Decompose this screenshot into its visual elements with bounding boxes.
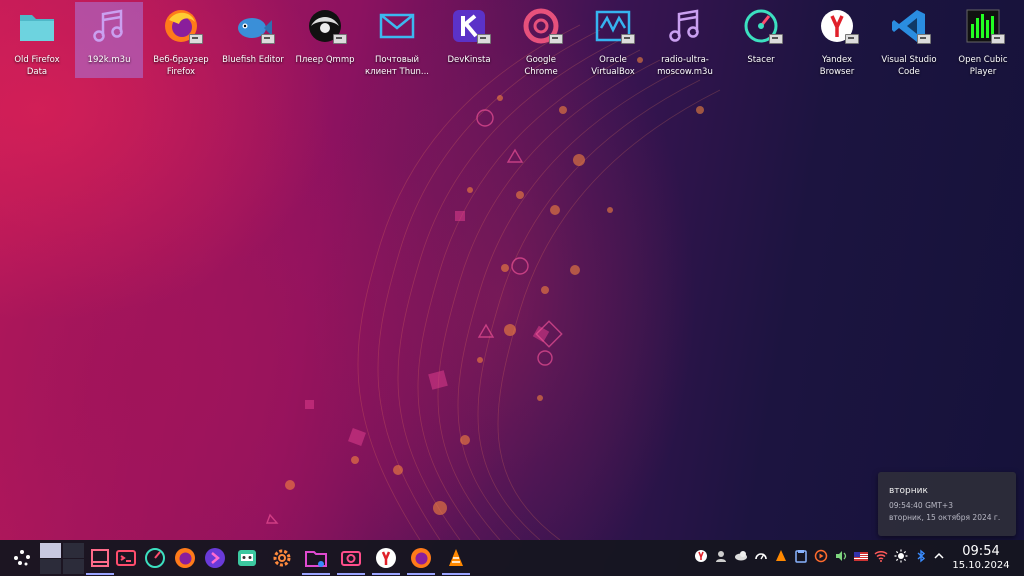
user-icon[interactable] bbox=[714, 549, 728, 563]
yandex-icon[interactable] bbox=[372, 546, 400, 575]
volume-icon[interactable] bbox=[834, 549, 848, 563]
folder-icon bbox=[17, 6, 57, 46]
game-icon[interactable] bbox=[235, 546, 259, 570]
desktop-1[interactable] bbox=[40, 543, 61, 558]
cubic-player-icon bbox=[963, 6, 1005, 46]
media-icon[interactable] bbox=[814, 549, 828, 563]
desktop-icon-virtualbox[interactable]: Oracle VirtualBox bbox=[579, 2, 647, 78]
desktop-4[interactable] bbox=[63, 559, 84, 574]
stacer-icon[interactable] bbox=[143, 546, 167, 570]
desktop-icon-devkinsta[interactable]: DevKinsta bbox=[435, 2, 503, 78]
desktop-icon-chrome[interactable]: Google Chrome bbox=[507, 2, 575, 78]
virtual-desktop-pager[interactable] bbox=[40, 542, 84, 574]
desktop-icon-open-cubic-player[interactable]: Open Cubic Player bbox=[949, 2, 1017, 78]
vlc-icon[interactable] bbox=[774, 549, 788, 563]
speedometer-icon[interactable] bbox=[754, 549, 768, 563]
link-badge-icon bbox=[621, 34, 635, 44]
clock-tooltip-time: 09:54:40 GMT+3 bbox=[889, 501, 953, 510]
desktop-icon-radio-ultra[interactable]: radio-ultra- moscow.m3u bbox=[651, 2, 719, 78]
yandex-icon bbox=[817, 6, 859, 46]
desktop-icon-label: Stacer bbox=[747, 55, 775, 65]
clock-tooltip: вторник 09:54:40 GMT+3 вторник, 15 октяб… bbox=[878, 472, 1016, 536]
link-badge-icon bbox=[477, 34, 491, 44]
desktop-icon-thunderbird[interactable]: Почтовый клиент Thun... bbox=[363, 2, 431, 78]
desktop-icon-label: Плеер Qmmp bbox=[295, 55, 355, 65]
desktop-icon-192k-m3u[interactable]: 192k.m3u bbox=[75, 2, 143, 78]
flag-us-icon[interactable] bbox=[854, 549, 868, 563]
desktop-icon-label: Open Cubic Player bbox=[958, 55, 1008, 77]
yandex-icon[interactable] bbox=[694, 549, 708, 563]
virtualbox-icon bbox=[593, 6, 635, 46]
screenshot-icon[interactable] bbox=[337, 546, 365, 575]
brightness-icon[interactable] bbox=[894, 549, 908, 563]
desktop-2[interactable] bbox=[63, 543, 84, 558]
bluetooth-icon[interactable] bbox=[914, 549, 928, 563]
show-desktop-icon[interactable] bbox=[86, 546, 114, 575]
desktop-icon-label: radio-ultra- moscow.m3u bbox=[657, 55, 713, 77]
firefox-icon[interactable] bbox=[407, 546, 435, 575]
link-badge-icon bbox=[189, 34, 203, 44]
mail-icon bbox=[377, 6, 417, 46]
desktop-icon-firefox[interactable]: Веб-браузер Firefox bbox=[147, 2, 215, 78]
link-badge-icon bbox=[917, 34, 931, 44]
desktop-icon-stacer[interactable]: Stacer bbox=[727, 2, 795, 78]
devkinsta-icon bbox=[449, 6, 491, 46]
desktop-icon-label: Веб-браузер Firefox bbox=[153, 55, 209, 77]
desktop-icon-vscode[interactable]: Visual Studio Code bbox=[875, 2, 943, 78]
desktop-icon-yandex[interactable]: Yandex Browser bbox=[803, 2, 871, 78]
desktop-icon-label: Visual Studio Code bbox=[881, 55, 937, 77]
launcher-icon[interactable] bbox=[10, 546, 34, 570]
desktop-icon-label: Oracle VirtualBox bbox=[591, 55, 635, 77]
desktop-icon-label: Bluefish Editor bbox=[222, 55, 284, 65]
desktop-icon-label: Old Firefox Data bbox=[14, 55, 60, 77]
wallpaper bbox=[265, 24, 721, 541]
link-badge-icon bbox=[991, 34, 1005, 44]
taskbar-clock-time[interactable]: 09:54 bbox=[956, 544, 1006, 559]
stacer-icon bbox=[741, 6, 783, 46]
taskbar bbox=[0, 540, 1024, 576]
settings-icon[interactable] bbox=[270, 546, 294, 570]
bluefish-icon bbox=[233, 6, 275, 46]
kde-connect-icon[interactable] bbox=[203, 546, 227, 570]
link-badge-icon bbox=[845, 34, 859, 44]
desktop-icon-label: Yandex Browser bbox=[819, 55, 855, 77]
terminal-icon[interactable] bbox=[114, 546, 138, 570]
desktop-icon-label: 192k.m3u bbox=[87, 55, 131, 65]
wifi-icon[interactable] bbox=[874, 549, 888, 563]
music-file-icon bbox=[89, 6, 129, 46]
firefox-icon[interactable] bbox=[173, 546, 197, 570]
desktop-icon-label: Google Chrome bbox=[524, 55, 558, 77]
music-file-icon bbox=[665, 6, 705, 46]
file-manager-icon[interactable] bbox=[302, 546, 330, 575]
link-badge-icon bbox=[769, 34, 783, 44]
chevron-up-icon[interactable] bbox=[932, 549, 946, 563]
qmmp-icon bbox=[305, 6, 347, 46]
desktop-icon-label: DevKinsta bbox=[447, 55, 491, 65]
link-badge-icon bbox=[333, 34, 347, 44]
taskbar-clock-date[interactable]: 15.10.2024 bbox=[948, 560, 1014, 571]
link-badge-icon bbox=[261, 34, 275, 44]
weather-icon[interactable] bbox=[734, 549, 748, 563]
vscode-icon bbox=[889, 6, 931, 46]
desktop-icon-label: Почтовый клиент Thun... bbox=[365, 55, 429, 77]
clipboard-icon[interactable] bbox=[794, 549, 808, 563]
clock-tooltip-day: вторник bbox=[889, 486, 928, 496]
firefox-icon bbox=[161, 6, 203, 46]
desktop-icon-old-firefox-data[interactable]: Old Firefox Data bbox=[3, 2, 71, 78]
desktop-icon-qmmp[interactable]: Плеер Qmmp bbox=[291, 2, 359, 78]
link-badge-icon bbox=[549, 34, 563, 44]
clock-tooltip-date: вторник, 15 октября 2024 г. bbox=[889, 513, 1001, 522]
desktop-3[interactable] bbox=[40, 559, 61, 574]
desktop-icon-bluefish[interactable]: Bluefish Editor bbox=[219, 2, 287, 78]
chrome-icon bbox=[521, 6, 563, 46]
vlc-icon[interactable] bbox=[442, 546, 470, 575]
